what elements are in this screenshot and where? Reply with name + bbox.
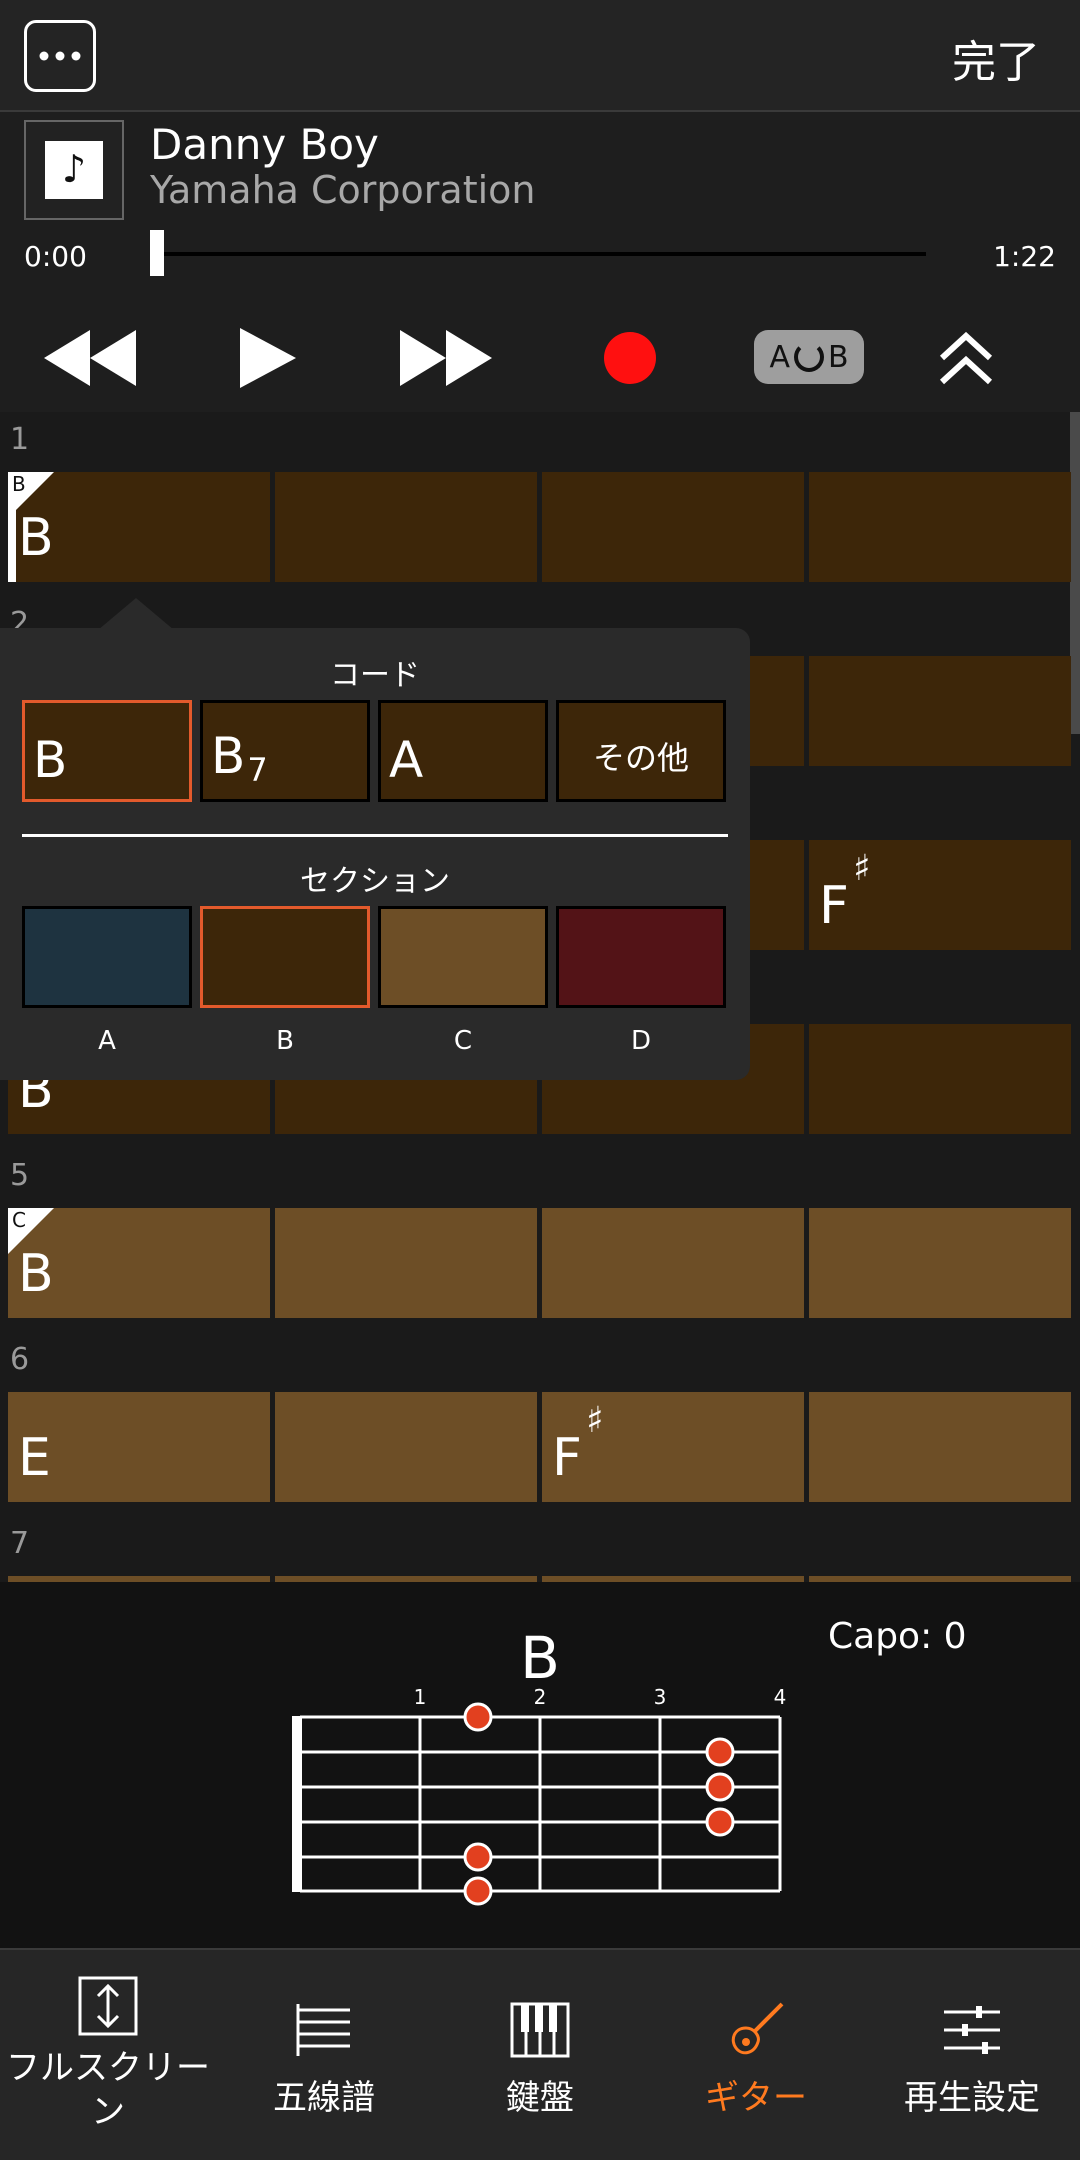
chord-cell[interactable]: F ♯ (542, 1392, 804, 1502)
chord-label: F (819, 876, 849, 936)
tab-label: ギター (705, 2078, 807, 2118)
section-option-c[interactable] (378, 906, 548, 1008)
chord-cell[interactable]: B B (8, 472, 270, 582)
chord-cell[interactable] (542, 472, 804, 582)
chord-option-other[interactable]: その他 (556, 700, 726, 802)
loop-icon (793, 342, 824, 372)
chord-cell[interactable] (809, 1208, 1071, 1318)
fast-forward-icon[interactable] (400, 330, 492, 386)
song-artist: Yamaha Corporation (150, 168, 536, 212)
fretboard: 1 2 3 4 (292, 1685, 787, 1906)
section-option-b[interactable] (200, 906, 370, 1008)
record-button[interactable] (604, 332, 656, 384)
chord-option-label: その他 (592, 739, 689, 777)
section-marker-label: B (12, 472, 26, 496)
chord-label: B (18, 1244, 54, 1304)
chord-cell[interactable]: E (8, 1392, 270, 1502)
album-art: ♪ (24, 120, 124, 220)
popup-divider (22, 834, 728, 837)
chord-option-a[interactable]: A (378, 700, 548, 802)
sharp-symbol: ♯ (853, 848, 871, 889)
more-icon (39, 51, 81, 61)
fret-number: 4 (774, 1685, 787, 1709)
fret-number: 2 (534, 1685, 547, 1709)
tab-keyboard[interactable]: 鍵盤 (432, 1950, 648, 2160)
chord-label: F (552, 1428, 582, 1488)
tab-label: 再生設定 (904, 2078, 1040, 2118)
ab-repeat-button[interactable]: A B (754, 330, 864, 384)
tab-guitar[interactable]: ギター (648, 1950, 864, 2160)
capo-value[interactable]: Capo: 0 (828, 1616, 967, 1657)
seek-bar[interactable] (156, 252, 926, 256)
chord-heading: コード (330, 658, 420, 693)
bar-number: 5 (10, 1158, 30, 1193)
fullscreen-icon (78, 1976, 138, 2036)
chord-option-b7[interactable]: B7 (200, 700, 370, 802)
bar-number: 6 (10, 1342, 30, 1377)
chord-cell[interactable]: C B (8, 1208, 270, 1318)
chord-cell[interactable]: F ♯ (809, 840, 1071, 950)
chord-cell[interactable] (809, 656, 1071, 766)
chord-option-label: A (389, 731, 424, 789)
bottom-nav: フルスクリーン 五線譜 鍵盤 ギター 再生設定 (0, 1948, 1080, 2160)
chord-cell[interactable] (809, 472, 1071, 582)
section-option-label: D (630, 1026, 652, 1056)
bar-number: 1 (10, 422, 30, 457)
collapse-up-icon[interactable] (936, 328, 996, 388)
tab-label: 鍵盤 (506, 2078, 574, 2118)
song-title: Danny Boy (150, 120, 379, 169)
top-bar: 完了 (0, 0, 1080, 112)
chord-option-label: B (33, 731, 68, 789)
tab-staff[interactable]: 五線譜 (216, 1950, 432, 2160)
chord-cell[interactable] (275, 1392, 537, 1502)
player-panel: ♪ Danny Boy Yamaha Corporation 0:00 1:22… (0, 112, 1080, 412)
tab-playback-settings[interactable]: 再生設定 (864, 1950, 1080, 2160)
tab-label: 五線譜 (273, 2078, 375, 2118)
chord-section-popup: コード B B7 A その他 セクション A B C D (0, 628, 750, 1080)
play-icon[interactable] (240, 328, 296, 388)
section-option-label: A (98, 1026, 116, 1056)
current-time: 0:00 (24, 240, 87, 273)
music-note-icon: ♪ (61, 147, 87, 191)
chord-label: E (18, 1428, 51, 1488)
sliders-icon (944, 2006, 1000, 2054)
total-time: 1:22 (993, 240, 1056, 273)
chord-cell[interactable] (809, 1392, 1071, 1502)
section-heading: セクション (300, 864, 450, 899)
staff-icon (296, 2004, 350, 2056)
fret-number: 3 (654, 1685, 667, 1709)
popup-arrow (98, 598, 174, 630)
rewind-icon[interactable] (44, 330, 136, 386)
chord-option-b[interactable]: B (22, 700, 192, 802)
seek-thumb[interactable] (150, 230, 164, 276)
bar-number: 7 (10, 1526, 30, 1561)
chord-cell[interactable] (809, 1024, 1071, 1134)
section-option-d[interactable] (556, 906, 726, 1008)
section-marker-label: C (12, 1208, 26, 1232)
transport-controls: A B (0, 308, 1080, 412)
done-button[interactable]: 完了 (952, 26, 1040, 90)
ab-label-a: A (769, 339, 790, 375)
guitar-chord-diagram: B Capo: 0 1 2 3 4 (0, 1582, 1080, 1948)
more-button[interactable] (24, 20, 96, 92)
section-option-a[interactable] (22, 906, 192, 1008)
ab-label-b: B (827, 339, 849, 375)
chord-option-label: B7 (211, 727, 268, 789)
sharp-symbol: ♯ (586, 1400, 604, 1441)
tab-fullscreen[interactable]: フルスクリーン (0, 1950, 216, 2160)
piano-keys-icon (510, 2002, 570, 2058)
tab-label: フルスクリーン (6, 2048, 210, 2132)
guitar-icon (731, 2002, 784, 2055)
fret-number: 1 (414, 1685, 427, 1709)
chord-cell[interactable] (275, 472, 537, 582)
chord-cell[interactable] (542, 1208, 804, 1318)
section-option-label: C (453, 1026, 473, 1056)
section-option-label: B (276, 1026, 294, 1056)
chord-label: B (18, 508, 54, 568)
scrollbar[interactable] (1070, 412, 1080, 734)
chord-cell[interactable] (275, 1208, 537, 1318)
